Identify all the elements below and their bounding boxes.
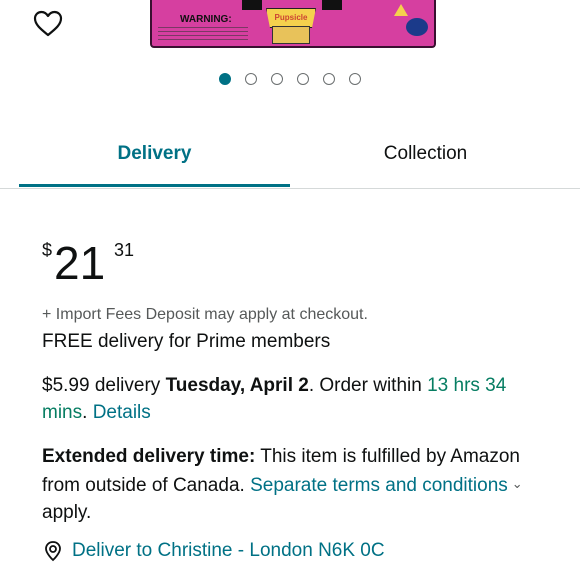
delivery-date: Tuesday, April 2 (165, 375, 309, 396)
product-warning-fine-print (158, 26, 248, 40)
extended-delivery-suffix: apply. (42, 502, 92, 523)
details-link[interactable]: Details (93, 402, 151, 423)
carousel-dot[interactable] (349, 73, 361, 85)
carousel-dot[interactable] (245, 73, 257, 85)
carousel-dot[interactable] (297, 73, 309, 85)
carousel-dot[interactable] (219, 73, 231, 85)
import-fees-notice: + Import Fees Deposit may apply at check… (42, 306, 368, 323)
product-popsicle-stick (272, 26, 310, 44)
free-delivery-message: FREE delivery for Prime members (42, 331, 331, 352)
chevron-down-icon[interactable]: ⌄ (512, 470, 523, 497)
carousel-dot[interactable] (323, 73, 335, 85)
delivery-method-tabs: Delivery Collection (0, 134, 580, 189)
product-warning-label: WARNING: (180, 14, 232, 25)
deliver-to-location[interactable]: Deliver to Christine - London N6K 0C (42, 540, 385, 562)
price-whole: 21 (54, 237, 106, 289)
delivery-separator: . (82, 402, 88, 423)
product-image-detail (242, 0, 262, 10)
order-within-text: . Order within (308, 375, 428, 396)
separate-terms-link[interactable]: Separate terms and conditions (250, 475, 508, 496)
tab-delivery[interactable]: Delivery (19, 134, 290, 187)
price-fraction: 31 (114, 240, 135, 260)
extended-delivery-title: Extended delivery time: (42, 446, 256, 467)
wishlist-heart-button[interactable] (32, 8, 64, 40)
heart-icon (33, 10, 63, 37)
tab-collection[interactable]: Collection (290, 134, 561, 186)
carousel-dots (0, 73, 580, 85)
product-image-detail (322, 0, 342, 10)
location-pin-icon (45, 541, 61, 562)
deliver-to-label[interactable]: Deliver to Christine - London N6K 0C (72, 540, 385, 562)
hazard-icon (394, 4, 408, 16)
carousel-dot[interactable] (271, 73, 283, 85)
delivery-info: $5.99 delivery Tuesday, April 2. Order w… (42, 372, 542, 426)
extended-delivery-notice: Extended delivery time: This item is ful… (42, 443, 542, 526)
product-popsicle-tag: Pupsicle (266, 8, 316, 28)
price-currency-symbol: $ (42, 240, 53, 260)
product-image[interactable]: WARNING: Pupsicle (150, 0, 436, 48)
brand-logo (406, 18, 428, 36)
delivery-cost: $5.99 delivery (42, 375, 161, 396)
